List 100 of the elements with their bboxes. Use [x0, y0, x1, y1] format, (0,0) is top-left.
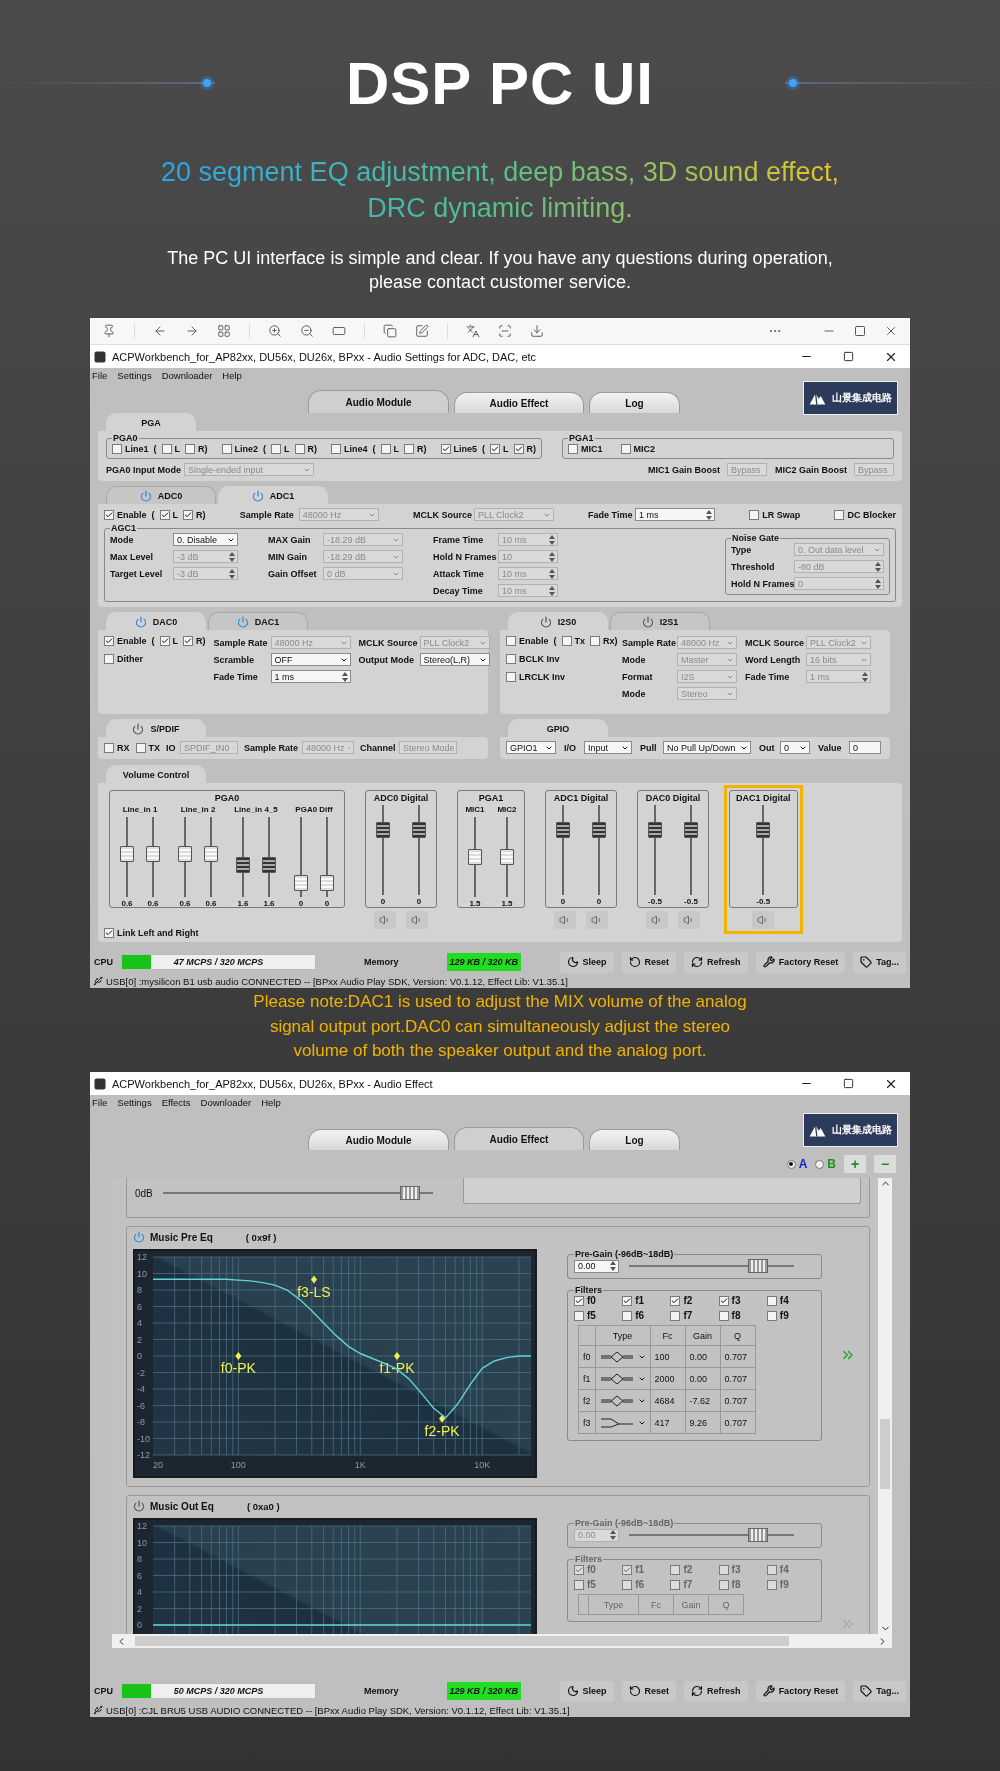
checkbox[interactable]: R)	[404, 444, 427, 454]
checkbox[interactable]: Tx	[561, 636, 586, 646]
checkbox[interactable]: BCLK Inv	[506, 654, 614, 664]
menu-item[interactable]: Settings	[117, 370, 152, 381]
maximize-icon[interactable]	[843, 351, 854, 362]
mute-button[interactable]	[678, 911, 700, 929]
checkbox[interactable]: Rx)	[590, 636, 618, 646]
checkbox[interactable]: Line4	[331, 444, 368, 454]
power-icon[interactable]	[539, 615, 552, 628]
scan-icon[interactable]	[498, 324, 512, 338]
main-tab[interactable]: Log	[589, 1129, 680, 1150]
checkbox[interactable]: f3	[718, 1295, 767, 1306]
preset-radio[interactable]: A	[786, 1157, 808, 1171]
scrollbar-thumb[interactable]	[880, 1419, 890, 1489]
menu-item[interactable]: File	[92, 1097, 108, 1108]
mute-button[interactable]	[374, 911, 396, 929]
filter-point-marker[interactable]	[439, 1414, 446, 1423]
checkbox[interactable]: f8	[718, 1310, 767, 1321]
sleep-button[interactable]: Sleep	[559, 1680, 614, 1702]
checkbox[interactable]: RX	[104, 742, 130, 753]
slider-thumb[interactable]	[684, 822, 698, 839]
checkbox[interactable]: TX	[135, 742, 161, 753]
reset-button[interactable]: Reset	[621, 1680, 677, 1702]
mute-button[interactable]	[646, 911, 668, 929]
panel-tab[interactable]: PGA	[106, 413, 196, 431]
dropdown[interactable]: 0	[780, 741, 810, 754]
checkbox[interactable]: LR Swap	[749, 509, 801, 520]
slider-thumb[interactable]	[400, 1186, 421, 1200]
panel-tab[interactable]: GPIO	[508, 719, 608, 737]
power-icon[interactable]	[132, 722, 145, 735]
checkbox[interactable]: DC Blocker	[834, 509, 896, 520]
panel-tab[interactable]: I2S1	[610, 612, 710, 630]
slider-thumb[interactable]	[320, 874, 334, 891]
power-icon[interactable]	[133, 1500, 145, 1512]
checkbox[interactable]: R)	[185, 444, 208, 454]
slider-thumb[interactable]	[556, 822, 570, 839]
checkbox[interactable]: R)	[183, 636, 206, 646]
tag-button[interactable]: Tag...	[853, 1680, 906, 1702]
slider-thumb[interactable]	[756, 822, 771, 839]
checkbox[interactable]: f1	[622, 1295, 671, 1306]
checkbox[interactable]: R)	[183, 509, 206, 520]
checkbox[interactable]: MIC1	[568, 444, 603, 454]
checkbox[interactable]: R)	[513, 444, 537, 454]
filter-point-marker[interactable]	[394, 1352, 400, 1360]
checkbox[interactable]: Enable	[104, 636, 147, 646]
slider-thumb[interactable]	[376, 822, 390, 839]
maximize-icon[interactable]	[843, 1078, 854, 1089]
copy-icon[interactable]	[383, 324, 397, 338]
checkbox[interactable]: Line2	[221, 444, 259, 454]
slider-thumb[interactable]	[146, 845, 160, 862]
fit-icon[interactable]	[332, 324, 346, 338]
main-tab[interactable]: Log	[589, 392, 680, 413]
panel-tab[interactable]: Volume Control	[106, 765, 206, 783]
spin-box[interactable]: 1 ms	[270, 670, 351, 683]
checkbox[interactable]: f7	[670, 1310, 719, 1321]
checkbox[interactable]: Link Left and Right	[104, 928, 199, 938]
menu-item[interactable]: Settings	[117, 1097, 152, 1108]
refresh-button[interactable]: Refresh	[684, 1680, 748, 1702]
zoom-out-icon[interactable]	[300, 324, 314, 338]
filter-type-dropdown[interactable]	[599, 1416, 646, 1429]
spin-arrows-icon[interactable]	[706, 509, 713, 520]
panel-tab[interactable]: DAC1	[208, 612, 308, 630]
checkbox[interactable]: f4	[766, 1295, 815, 1306]
checkbox[interactable]: Enable	[506, 636, 549, 646]
spin-box[interactable]: 0.00	[574, 1259, 619, 1273]
slider-thumb[interactable]	[204, 845, 218, 862]
checkbox[interactable]: MIC2	[620, 444, 656, 454]
dropdown[interactable]: Stereo(L,R)	[419, 653, 490, 666]
dropdown[interactable]: No Pull Up/Down	[663, 741, 751, 754]
slider-thumb[interactable]	[262, 856, 276, 873]
edit-icon[interactable]	[415, 324, 429, 338]
download-icon[interactable]	[530, 324, 544, 338]
maximize-icon[interactable]	[854, 325, 866, 337]
filter-type-dropdown[interactable]	[599, 1350, 646, 1363]
scrollbar-thumb[interactable]	[135, 1636, 789, 1646]
dropdown[interactable]: OFF	[270, 653, 351, 666]
menu-item[interactable]: File	[92, 370, 108, 381]
checkbox[interactable]: Dither	[104, 654, 206, 664]
slider-thumb[interactable]	[747, 1528, 768, 1542]
grid-icon[interactable]	[217, 324, 231, 338]
dropdown[interactable]: GPIO1	[506, 741, 556, 754]
checkbox[interactable]: f5	[574, 1310, 623, 1321]
panel-tab[interactable]: ADC0	[106, 486, 216, 504]
factory-reset-button[interactable]: Factory Reset	[755, 1680, 846, 1702]
slider-thumb[interactable]	[120, 845, 134, 862]
mute-button[interactable]	[586, 911, 608, 929]
main-tab[interactable]: Audio Effect	[454, 1127, 584, 1150]
refresh-button[interactable]: Refresh	[684, 951, 748, 973]
zoom-in-icon[interactable]	[268, 324, 282, 338]
panel-tab[interactable]: S/PDIF	[106, 719, 206, 737]
checkbox[interactable]: Enable	[104, 509, 147, 520]
mute-button[interactable]	[406, 911, 428, 929]
checkbox[interactable]: f6	[622, 1310, 671, 1321]
filter-type-dropdown[interactable]	[599, 1372, 646, 1385]
tag-button[interactable]: Tag...	[853, 951, 906, 973]
main-tab[interactable]: Audio Module	[308, 390, 449, 413]
panel-tab[interactable]: I2S0	[508, 612, 608, 630]
menu-item[interactable]: Help	[222, 370, 242, 381]
slider-thumb[interactable]	[412, 822, 426, 839]
spin-arrows-icon[interactable]	[341, 671, 348, 682]
